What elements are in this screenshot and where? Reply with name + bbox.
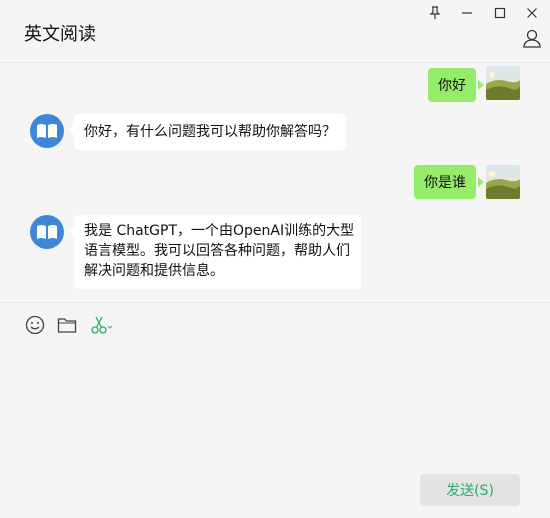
message-line: 解决问题和提供信息。: [84, 263, 224, 279]
maximize-icon[interactable]: [490, 5, 510, 21]
minimize-icon[interactable]: [457, 5, 477, 21]
message-bubble-bot[interactable]: 你好，有什么问题我可以帮助你解答吗？: [74, 114, 346, 150]
message-text: 你好，有什么问题我可以帮助你解答吗？: [84, 124, 336, 140]
user-icon[interactable]: [522, 28, 542, 48]
input-toolbar: [0, 303, 550, 343]
message-row-bot: 我是 ChatGPT，一个由OpenAI训练的大型 语言模型。我可以回答各种问题…: [0, 212, 550, 294]
message-row-me: 你好: [0, 63, 550, 103]
bubble-tail: [478, 80, 484, 90]
message-line: 我是 ChatGPT，一个由OpenAI训练的大型: [84, 223, 355, 239]
message-text: 你好: [438, 78, 466, 94]
message-input[interactable]: [10, 343, 540, 463]
folder-icon[interactable]: [56, 314, 78, 336]
scissors-icon[interactable]: [88, 314, 114, 336]
book-icon: [37, 124, 57, 138]
emoji-icon[interactable]: [24, 314, 46, 336]
book-icon: [37, 225, 57, 239]
send-button[interactable]: 发送(S): [420, 474, 520, 506]
pin-icon[interactable]: [425, 5, 445, 21]
message-bubble-me[interactable]: 你是谁: [414, 165, 476, 199]
message-row-me: 你是谁: [0, 162, 550, 202]
bubble-tail: [478, 177, 484, 187]
user-avatar[interactable]: [486, 66, 520, 100]
message-list: 你好 你好，有什么问题我可以帮助你解答吗？ 你是谁 我是 ChatGPT，一个由…: [0, 63, 550, 301]
bot-avatar[interactable]: [30, 114, 64, 148]
bot-avatar[interactable]: [30, 215, 64, 249]
message-bubble-bot[interactable]: 我是 ChatGPT，一个由OpenAI训练的大型 语言模型。我可以回答各种问题…: [74, 215, 361, 289]
chat-title: 英文阅读: [24, 24, 96, 45]
chat-window: 英文阅读 你好 你好，有什么问题我可以帮助你解答吗？ 你是谁 我是 ChatGP…: [0, 0, 550, 518]
user-avatar[interactable]: [486, 165, 520, 199]
message-line: 语言模型。我可以回答各种问题，帮助人们: [84, 243, 350, 259]
message-row-bot: 你好，有什么问题我可以帮助你解答吗？: [0, 111, 550, 155]
close-icon[interactable]: [522, 5, 542, 21]
title-bar: 英文阅读: [0, 0, 550, 63]
message-bubble-me[interactable]: 你好: [428, 68, 476, 102]
message-text: 你是谁: [424, 175, 466, 191]
